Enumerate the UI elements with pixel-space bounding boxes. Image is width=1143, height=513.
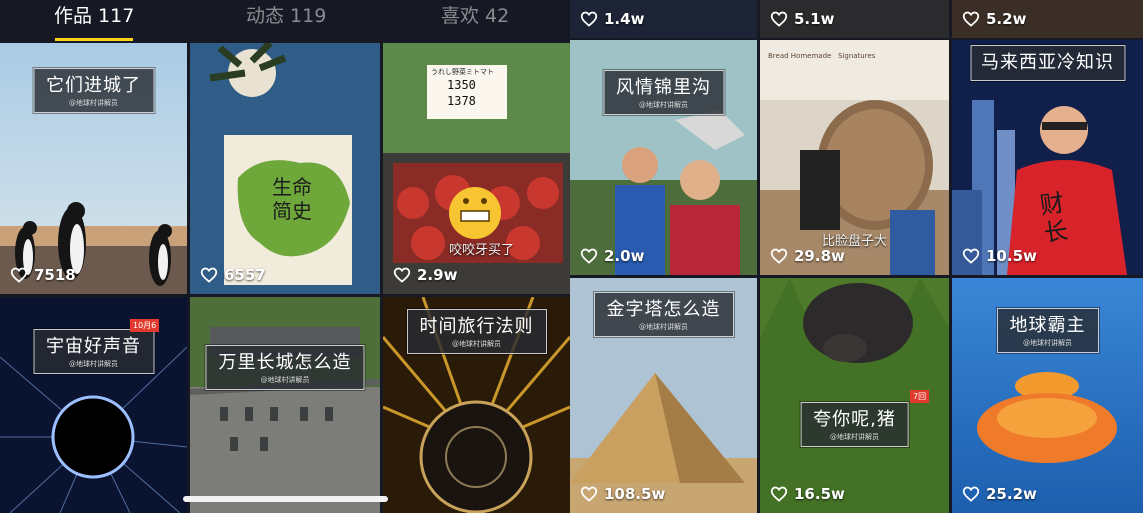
- caption-author: @地球村讲解员: [452, 340, 501, 348]
- like-count: 29.8w: [770, 245, 845, 267]
- caption-author: @地球村讲解员: [69, 360, 118, 368]
- like-count-value: 10.5w: [986, 247, 1037, 265]
- video-caption: 风情锦里沟 @地球村讲解员: [602, 69, 725, 116]
- heart-outline-icon: [200, 267, 218, 283]
- like-count: 25.2w: [962, 483, 1037, 505]
- like-count-value: 108.5w: [604, 485, 666, 503]
- video-thumbnail[interactable]: Bread Homemade Signatures 比脸盘子大 29.8w: [760, 40, 949, 275]
- tab-posts[interactable]: 动态 119: [246, 4, 326, 34]
- video-caption: 金字塔怎么造 @地球村讲解员: [592, 291, 735, 338]
- video-caption: 它们进城了 @地球村讲解员: [32, 67, 155, 114]
- heart-outline-icon: [770, 248, 788, 264]
- like-count: 6557: [200, 264, 266, 286]
- heart-outline-icon: [10, 267, 28, 283]
- like-count: 2.0w: [580, 245, 644, 267]
- great-wall-image: [190, 297, 380, 513]
- like-count: 108.5w: [580, 483, 665, 505]
- video-thumbnail[interactable]: 5.2w: [952, 0, 1143, 38]
- caption-title: 宇宙好声音: [46, 336, 141, 357]
- heart-outline-icon: [962, 486, 980, 502]
- like-count: 16.5w: [770, 483, 845, 505]
- episode-badge: 7回: [910, 390, 930, 403]
- caption-title: 时间旅行法则: [419, 316, 534, 337]
- video-thumbnail[interactable]: 它们进城了 @地球村讲解员 7518: [0, 43, 187, 294]
- like-count: 5.2w: [962, 8, 1026, 30]
- tab-likes[interactable]: 喜欢 42: [441, 4, 509, 34]
- caption-title: 风情锦里沟: [616, 77, 711, 98]
- caption-title: 马来西亚冷知识: [981, 52, 1114, 73]
- like-count-value: 5.1w: [794, 10, 835, 28]
- like-count-value: 25.2w: [986, 485, 1037, 503]
- heart-outline-icon: [393, 267, 411, 283]
- like-count-value: 16.5w: [794, 485, 845, 503]
- video-thumbnail[interactable]: 1.4w: [570, 0, 757, 38]
- heart-outline-icon: [580, 11, 598, 27]
- like-count-value: 29.8w: [794, 247, 845, 265]
- episode-badge: 10月6: [130, 319, 160, 332]
- caption-title: 万里长城怎么造: [218, 352, 352, 373]
- heart-outline-icon: [962, 11, 980, 27]
- like-count-value: 2.9w: [417, 266, 458, 284]
- tab-works[interactable]: 作品 117: [54, 4, 134, 34]
- heart-outline-icon: [962, 248, 980, 264]
- video-thumbnail[interactable]: うれし野菜ミトマト 1350 1378 咬咬牙买了 2.9w: [383, 43, 570, 294]
- caption-title: 夸你呢,猪: [813, 409, 896, 430]
- price-tag: 1350 1378: [447, 78, 476, 108]
- shop-sign: Signatures: [838, 52, 876, 60]
- like-count-value: 1.4w: [604, 10, 645, 28]
- like-count: 2.9w: [393, 264, 457, 286]
- video-thumbnail[interactable]: 金字塔怎么造 @地球村讲解员 108.5w: [570, 278, 757, 513]
- video-thumbnail[interactable]: 时间旅行法则 @地球村讲解员: [383, 297, 570, 513]
- video-thumbnail[interactable]: 风情锦里沟 @地球村讲解员 2.0w: [570, 40, 757, 275]
- active-tab-indicator: [55, 38, 133, 41]
- like-count: 5.1w: [770, 8, 834, 30]
- like-count: 7518: [10, 264, 76, 286]
- video-thumbnail[interactable]: 7回 夸你呢,猪 @地球村讲解员 16.5w: [760, 278, 949, 513]
- video-caption: 地球霸主 @地球村讲解员: [995, 307, 1100, 354]
- caption-title: 金字塔怎么造: [606, 299, 721, 320]
- book-image: [190, 43, 380, 294]
- heart-outline-icon: [770, 486, 788, 502]
- like-count: 10.5w: [962, 245, 1037, 267]
- caption-author: @地球村讲解员: [639, 323, 688, 331]
- video-caption: 夸你呢,猪 @地球村讲解员: [799, 401, 910, 448]
- shop-sign: Bread Homemade: [768, 52, 832, 60]
- like-count-value: 2.0w: [604, 247, 645, 265]
- like-count-value: 5.2w: [986, 10, 1027, 28]
- heart-outline-icon: [580, 486, 598, 502]
- video-thumbnail[interactable]: 5.1w: [760, 0, 949, 38]
- heart-outline-icon: [580, 248, 598, 264]
- video-overlay-text: 咬咬牙买了: [449, 243, 515, 258]
- profile-videos-panel: 作品 117 动态 119 喜欢 42 它们进城了 @地球村讲解员 7518 生…: [0, 0, 570, 513]
- video-caption: 万里长城怎么造 @地球村讲解员: [204, 344, 366, 391]
- profile-tab-bar: 作品 117 动态 119 喜欢 42: [0, 0, 570, 42]
- caption-title: 它们进城了: [46, 75, 141, 96]
- video-thumbnail[interactable]: 生命 简史 6557: [190, 43, 380, 294]
- caption-author: @地球村讲解员: [69, 99, 118, 107]
- video-thumbnail[interactable]: 万里长城怎么造 @地球村讲解员: [190, 297, 380, 513]
- video-thumbnail[interactable]: 地球霸主 @地球村讲解员 25.2w: [952, 278, 1143, 513]
- product-label: うれし野菜ミトマト: [431, 68, 494, 76]
- video-caption: 时间旅行法则 @地球村讲解员: [405, 308, 548, 355]
- heart-outline-icon: [770, 11, 788, 27]
- video-caption: 宇宙好声音 @地球村讲解员: [32, 328, 155, 375]
- home-indicator[interactable]: [183, 496, 388, 502]
- profile-videos-panel-scrolled: 1.4w 5.1w 5.2w 风情锦里沟 @地球村讲解员 2.0w Bread …: [570, 0, 1143, 513]
- caption-author: @地球村讲解员: [639, 101, 688, 109]
- video-thumbnail[interactable]: 财 长 马来西亚冷知识 10.5w: [952, 40, 1143, 275]
- caption-author: @地球村讲解员: [260, 376, 310, 384]
- like-count: 1.4w: [580, 8, 644, 30]
- video-thumbnail[interactable]: 宇宙好声音 @地球村讲解员 10月6: [0, 297, 187, 513]
- like-count-value: 7518: [34, 266, 76, 284]
- book-title: 生命 简史: [272, 175, 312, 223]
- video-caption: 马来西亚冷知识: [969, 44, 1126, 82]
- like-count-value: 6557: [224, 266, 266, 284]
- caption-author: @地球村讲解员: [829, 433, 879, 441]
- caption-title: 地球霸主: [1009, 315, 1086, 336]
- caption-author: @地球村讲解员: [1023, 339, 1072, 347]
